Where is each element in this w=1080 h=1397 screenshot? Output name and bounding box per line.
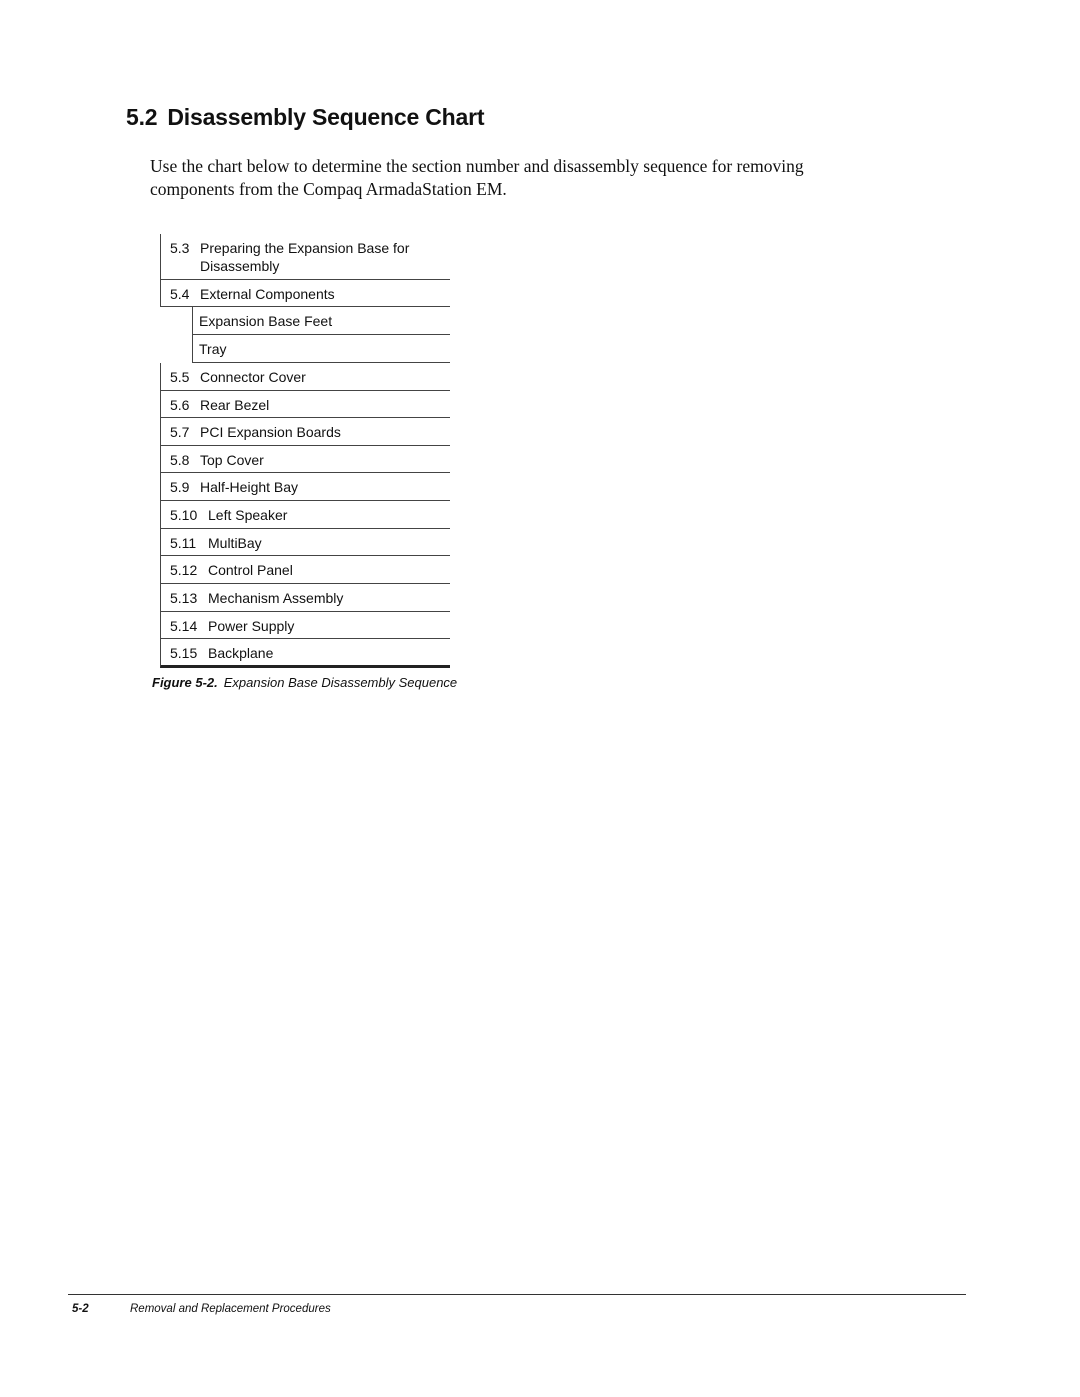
section-title: Disassembly Sequence Chart (167, 104, 485, 130)
component-label: Half-Height Bay (200, 479, 299, 495)
figure-caption: Figure 5-2. Expansion Base Disassembly Se… (152, 675, 457, 690)
section-number: 5.4 (170, 286, 190, 302)
component-label: Power Supply (208, 618, 295, 634)
component-label: Preparing the Expansion Base for (200, 240, 410, 256)
component-label: Control Panel (208, 562, 293, 578)
section-heading: 5.2 Disassembly Sequence Chart (126, 104, 485, 131)
section-number: 5.3 (170, 240, 190, 256)
sequence-row: 5.8 Top Cover (160, 446, 450, 473)
component-label: External Components (200, 286, 335, 302)
section-number: 5.6 (170, 397, 190, 413)
component-label: PCI Expansion Boards (200, 424, 341, 440)
component-label: Connector Cover (200, 369, 306, 385)
component-label: MultiBay (208, 535, 262, 551)
section-number: 5.2 (126, 104, 158, 130)
section-number: 5.11 (170, 535, 197, 551)
sequence-row: 5.10 Left Speaker (160, 501, 450, 529)
component-label: Rear Bezel (200, 397, 270, 413)
figure-text: Expansion Base Disassembly Sequence (223, 675, 458, 690)
sequence-row: 5.3 Preparing the Expansion Base for Disas… (160, 234, 450, 280)
figure-label: Figure 5-2. (152, 675, 218, 690)
sequence-row: Expansion Base Feet (192, 307, 450, 335)
section-number: 5.15 (170, 645, 198, 661)
section-number: 5.5 (170, 369, 190, 385)
section-number: 5.12 (170, 562, 198, 578)
sequence-row: 5.9 Half-Height Bay (160, 473, 450, 501)
section-number: 5.8 (170, 452, 190, 468)
sequence-row: 5.4 External Components (160, 280, 450, 307)
sequence-row: 5.5 Connector Cover (160, 363, 450, 391)
section-number: 5.7 (170, 424, 190, 440)
section-number: 5.13 (170, 590, 198, 606)
section-number: 5.9 (170, 479, 190, 495)
sequence-row: 5.7 PCI Expansion Boards (160, 418, 450, 446)
component-label: Tray (199, 341, 227, 357)
chapter-title: Removal and Replacement Procedures (130, 1303, 331, 1315)
sequence-row: 5.14 Power Supply (160, 612, 450, 639)
sequence-row: 5.13 Mechanism Assembly (160, 584, 450, 612)
footer-divider (68, 1294, 966, 1295)
component-label-continued: Disassembly (200, 258, 280, 274)
component-label: Backplane (208, 645, 274, 661)
section-number: 5.10 (170, 507, 198, 523)
component-label: Top Cover (200, 452, 264, 468)
sequence-row: 5.15 Backplane (160, 639, 450, 668)
sequence-row: 5.6 Rear Bezel (160, 391, 450, 418)
sequence-row: 5.12 Control Panel (160, 556, 450, 584)
section-number: 5.14 (170, 618, 198, 634)
intro-paragraph: Use the chart below to determine the sec… (150, 156, 804, 199)
component-label: Mechanism Assembly (208, 590, 344, 606)
sequence-row: 5.11 MultiBay (160, 529, 450, 556)
sequence-row: Tray (192, 335, 450, 363)
page-footer: 5-2 Removal and Replacement Procedures (72, 1303, 331, 1315)
component-label: Left Speaker (208, 507, 288, 523)
component-label: Expansion Base Feet (199, 313, 333, 329)
page-number: 5-2 (72, 1303, 89, 1315)
